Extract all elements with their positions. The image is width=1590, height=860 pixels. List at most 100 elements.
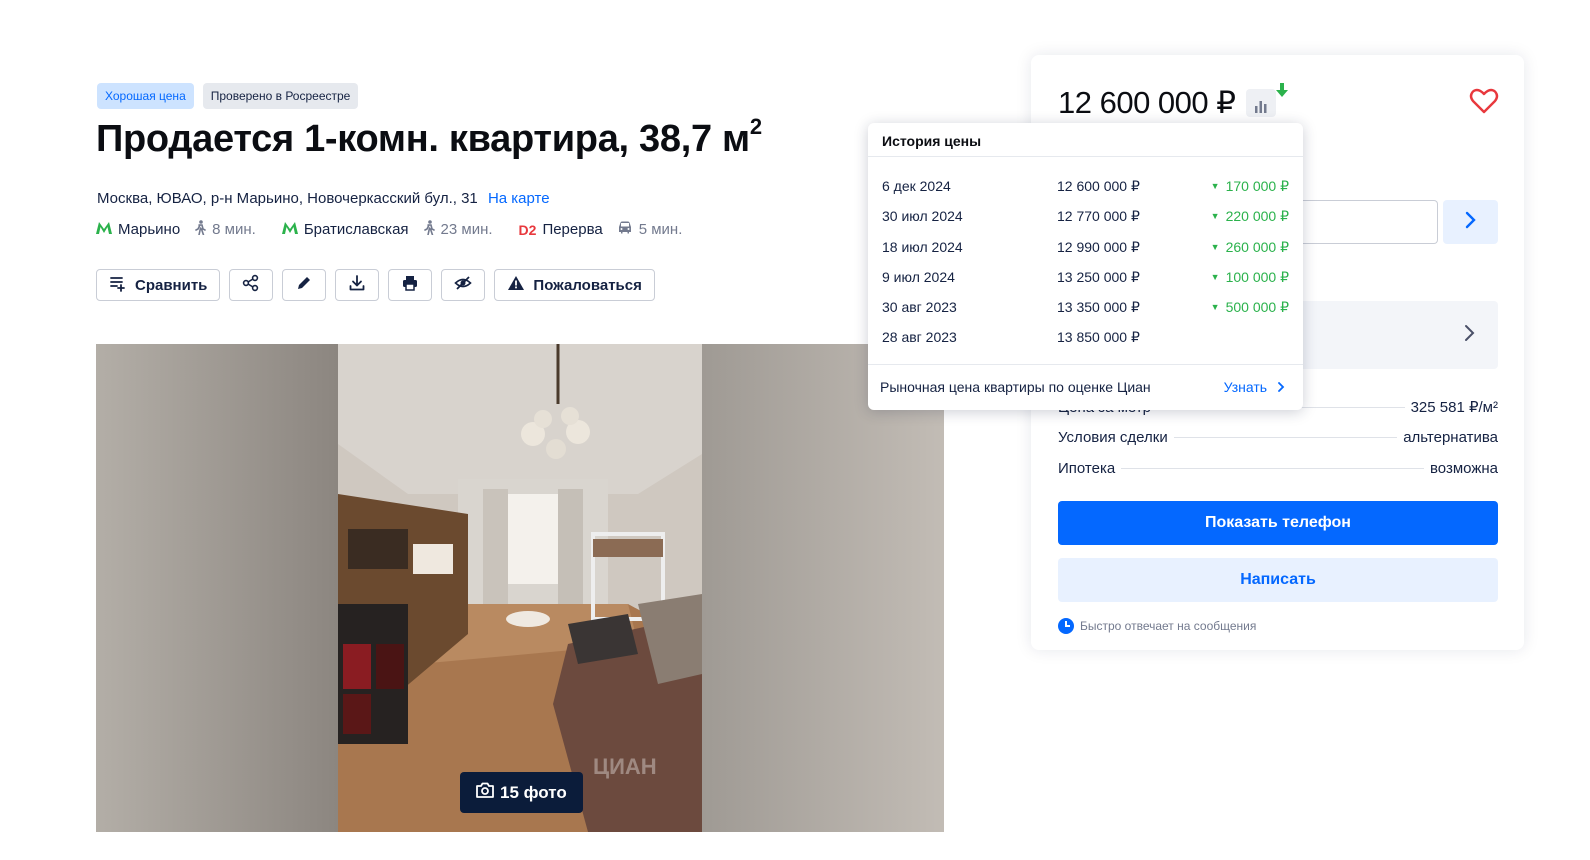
- edit-icon: [295, 274, 313, 296]
- page-title: Продается 1-комн. квартира, 38,7 м2: [96, 114, 762, 161]
- history-date: 18 июл 2024: [882, 239, 963, 255]
- bar-chart-icon: [1254, 85, 1268, 121]
- divider: [868, 364, 1303, 365]
- car-icon: [617, 221, 633, 238]
- param-leader: [1173, 437, 1398, 438]
- main-photo[interactable]: ЦИАН: [338, 344, 702, 832]
- station-time: 8 мин.: [212, 221, 256, 238]
- stations: Марьино 8 мин. Братиславская 23 мин. D2 …: [96, 220, 708, 239]
- verified-badge[interactable]: Проверено в Росреестре: [202, 83, 359, 109]
- station-bratislavskaya[interactable]: Братиславская 23 мин.: [281, 220, 493, 239]
- info-block[interactable]: [1301, 301, 1498, 369]
- report-label: Пожаловаться: [533, 276, 642, 294]
- price: 12 600 000 ₽: [1058, 83, 1288, 121]
- param-value: возможна: [1430, 460, 1498, 477]
- gallery-blur-right: [702, 344, 944, 832]
- camera-icon: [476, 782, 494, 803]
- market-estimate-link[interactable]: Узнать: [1224, 379, 1285, 395]
- history-change: ▼ 170 000 ₽: [1211, 178, 1289, 195]
- print-button[interactable]: [388, 269, 433, 301]
- triangle-down-icon: ▼: [1210, 302, 1220, 312]
- title-text: Продается 1-комн. квартира, 38,7 м: [96, 118, 750, 160]
- print-icon: [401, 274, 419, 296]
- price-history-popup: История цены 6 дек 2024 12 600 000 ₽ ▼ 17…: [868, 123, 1303, 410]
- photo-gallery[interactable]: ЦИАН 15 фото: [96, 344, 944, 832]
- compare-button[interactable]: Сравнить: [96, 269, 221, 301]
- walk-icon: [423, 220, 435, 239]
- gallery-blur-left: [96, 344, 338, 832]
- favorite-heart-icon[interactable]: [1469, 86, 1499, 116]
- station-time: 5 мин.: [638, 221, 683, 238]
- map-link[interactable]: На карте: [488, 190, 550, 207]
- price-down-icon: [1275, 83, 1288, 100]
- history-row: 30 июл 2024 12 770 000 ₽ ▼ 220 000 ₽: [882, 208, 1289, 228]
- walk-icon: [194, 220, 206, 239]
- station-marino[interactable]: Марьино 8 мин.: [96, 220, 256, 239]
- report-button[interactable]: Пожаловаться: [494, 269, 655, 301]
- good-price-badge[interactable]: Хорошая цена: [97, 83, 194, 109]
- param-value: 325 581 ₽/м²: [1410, 399, 1498, 416]
- price-history-title: История цены: [882, 133, 982, 149]
- show-phone-button[interactable]: Показать телефон: [1058, 501, 1498, 545]
- history-date: 30 авг 2023: [882, 299, 957, 315]
- history-row: 28 авг 2023 13 850 000 ₽: [882, 329, 1289, 349]
- param-value: альтернатива: [1403, 429, 1498, 446]
- warning-icon: [507, 274, 525, 296]
- history-price: 13 350 000 ₽: [1057, 299, 1140, 315]
- history-row: 9 июл 2024 13 250 000 ₽ ▼ 100 000 ₽: [882, 269, 1289, 289]
- download-button[interactable]: [335, 269, 380, 301]
- station-name: Перерва: [542, 221, 603, 238]
- photo-count-button[interactable]: 15 фото: [460, 772, 583, 813]
- badges: Хорошая цена Проверено в Росреестре: [97, 83, 359, 109]
- history-change-value: 260 000 ₽: [1225, 239, 1289, 255]
- history-row: 18 июл 2024 12 990 000 ₽ ▼ 260 000 ₽: [882, 239, 1289, 259]
- history-date: 28 авг 2023: [882, 329, 957, 345]
- edit-note-button[interactable]: [282, 269, 327, 301]
- photo-count-label: 15 фото: [500, 782, 567, 802]
- history-row: 6 дек 2024 12 600 000 ₽ ▼ 170 000 ₽: [882, 178, 1289, 198]
- station-pererva[interactable]: D2 Перерва 5 мин.: [519, 221, 683, 238]
- history-price: 13 250 000 ₽: [1057, 269, 1140, 285]
- market-estimate-link-label: Узнать: [1223, 379, 1268, 395]
- clock-icon: [1058, 618, 1074, 634]
- metro-icon: [96, 221, 112, 238]
- history-date: 9 июл 2024: [882, 269, 955, 285]
- compare-label: Сравнить: [135, 276, 208, 294]
- address: Москва, ЮВАО, р-н Марьино, Новочеркасски…: [97, 190, 550, 207]
- share-icon: [242, 274, 260, 296]
- history-price: 12 770 000 ₽: [1057, 208, 1140, 224]
- hide-button[interactable]: [441, 269, 486, 301]
- param-label: Ипотека: [1058, 460, 1116, 477]
- chevron-right-icon: [1465, 208, 1477, 236]
- history-change-value: 220 000 ₽: [1225, 208, 1289, 224]
- d2-icon: D2: [518, 221, 537, 238]
- share-button[interactable]: [229, 269, 274, 301]
- triangle-down-icon: ▼: [1210, 242, 1220, 252]
- history-date: 6 дек 2024: [882, 178, 951, 194]
- chevron-right-icon: [1464, 321, 1476, 349]
- param-deal-terms: Условия сделки альтернатива: [1058, 429, 1498, 446]
- mortgage-input[interactable]: [1301, 200, 1438, 244]
- triangle-down-icon: ▼: [1210, 211, 1220, 221]
- price-value: 12 600 000 ₽: [1058, 85, 1236, 120]
- metro-icon: [281, 221, 298, 238]
- toolbar: Сравнить Пожаловаться: [96, 269, 655, 301]
- write-message-button[interactable]: Написать: [1058, 558, 1498, 602]
- download-icon: [348, 274, 366, 296]
- history-change-value: 500 000 ₽: [1225, 299, 1289, 315]
- param-label: Условия сделки: [1058, 429, 1168, 446]
- history-date: 30 июл 2024: [882, 208, 963, 224]
- quick-reply-text: Быстро отвечает на сообщения: [1080, 619, 1257, 633]
- station-name: Братиславская: [303, 221, 409, 238]
- title-superscript: 2: [749, 114, 762, 139]
- history-price: 12 600 000 ₽: [1057, 178, 1140, 194]
- price-history-button[interactable]: [1245, 83, 1288, 117]
- divider: [868, 156, 1303, 157]
- market-estimate-text: Рыночная цена квартиры по оценке Циан: [880, 379, 1151, 395]
- quick-reply-note: Быстро отвечает на сообщения: [1058, 618, 1256, 634]
- history-change: ▼ 260 000 ₽: [1211, 239, 1289, 256]
- station-name: Марьино: [118, 221, 181, 238]
- chevron-right-icon: [1271, 379, 1285, 395]
- triangle-down-icon: ▼: [1210, 181, 1220, 191]
- mortgage-go-button[interactable]: [1443, 200, 1498, 244]
